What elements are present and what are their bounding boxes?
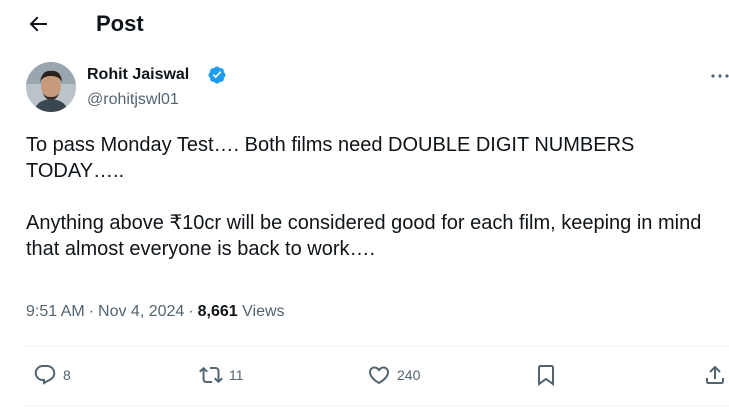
back-button[interactable]	[26, 12, 50, 36]
arrow-left-icon	[29, 16, 47, 32]
post-header: Post	[0, 0, 729, 48]
retweet-count: 11	[229, 367, 244, 383]
meta-separator: ·	[88, 303, 95, 320]
meta-separator: ·	[188, 303, 194, 320]
reply-count: 8	[63, 367, 71, 383]
tweet-time[interactable]: 9:51 AM	[26, 303, 85, 320]
heart-icon	[368, 366, 390, 385]
share-icon	[706, 365, 724, 384]
more-icon	[711, 74, 729, 78]
tweet-meta: 9:51 AM · Nov 4, 2024 · 8,661 Views	[26, 302, 285, 322]
views-label: Views	[242, 303, 285, 320]
tweet-paragraph: To pass Monday Test…. Both films need DO…	[26, 134, 635, 182]
divider	[26, 346, 729, 347]
reply-button[interactable]: 8	[33, 363, 71, 387]
like-button[interactable]: 240	[367, 363, 420, 387]
like-count: 240	[397, 367, 421, 383]
avatar[interactable]	[26, 62, 76, 112]
author-handle[interactable]: @rohitjswl01	[87, 90, 179, 110]
author-name[interactable]: Rohit Jaiswal	[87, 65, 189, 85]
more-options-button[interactable]	[708, 64, 729, 88]
tweet-text: To pass Monday Test…. Both films need DO…	[26, 132, 721, 262]
tweet-paragraph: Anything above ₹10cr will be considered …	[26, 212, 702, 260]
bookmark-icon	[538, 365, 554, 386]
bookmark-button[interactable]	[534, 363, 558, 387]
page-title: Post	[96, 11, 144, 36]
divider	[26, 405, 729, 406]
tweet-date[interactable]: Nov 4, 2024	[98, 303, 184, 320]
retweet-button[interactable]: 11	[199, 363, 244, 387]
avatar-image	[26, 62, 76, 112]
reply-icon	[34, 365, 56, 385]
retweet-icon	[199, 366, 223, 384]
views-count: 8,661	[197, 303, 238, 320]
share-button[interactable]	[703, 363, 727, 387]
verified-badge-icon	[208, 66, 226, 84]
